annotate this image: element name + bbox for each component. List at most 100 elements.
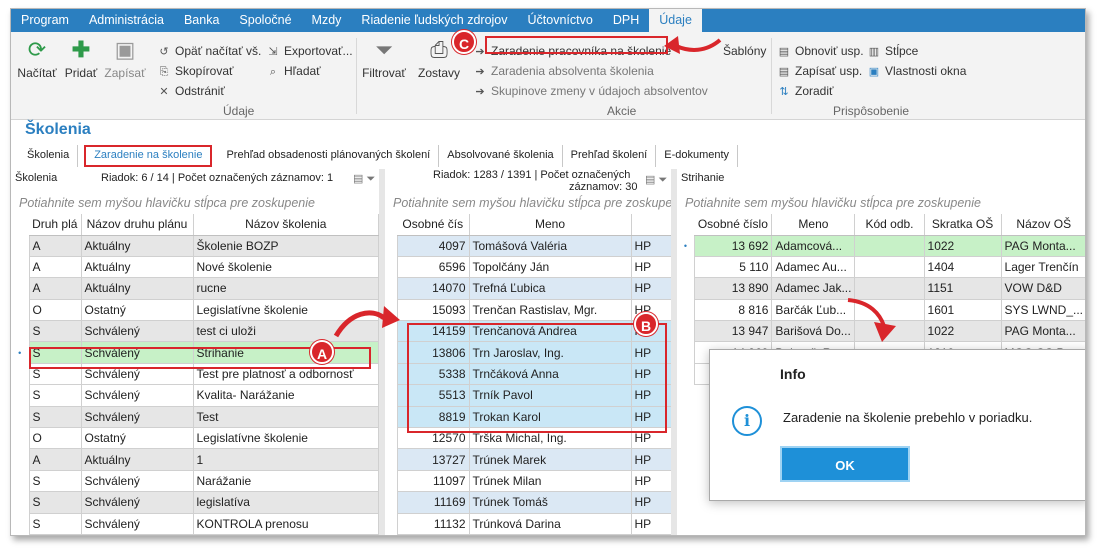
filtrovat-label: Filtrovať xyxy=(362,66,406,80)
dialog-title: Info xyxy=(780,366,806,382)
table-row[interactable]: S Schválený Narážanie xyxy=(11,469,379,493)
table-row[interactable]: 4097 Tomášová Valéria HP xyxy=(385,234,675,257)
table-cell: 13 692 xyxy=(693,234,773,257)
tab-absolvovane[interactable]: Absolvované školenia xyxy=(439,145,563,167)
table-row[interactable]: 6596 Topolčány Ján HP xyxy=(385,255,675,279)
table-row[interactable]: 8 816 Barčák Ľub... 1601 SYS LWND_... xyxy=(677,298,1085,322)
zoradit-button[interactable]: ⇅ Zoradiť xyxy=(777,84,833,98)
table-row[interactable]: 11097 Trúnek Milan HP xyxy=(385,469,675,493)
table-cell: Trefná Ľubica xyxy=(468,277,632,300)
window-icon: ▣ xyxy=(868,66,880,78)
arrow-right-icon: ➔ xyxy=(475,86,485,98)
tab-skolenia[interactable]: Školenia xyxy=(19,145,79,167)
skupinove-zmeny-button[interactable]: ➔ Skupinove zmeny v údajoch absolventov xyxy=(473,84,707,98)
col-druh-pla[interactable]: Druh plá xyxy=(29,214,82,236)
table-row[interactable]: A Aktuálny 1 xyxy=(11,448,379,471)
obnovit-usp-button[interactable]: ▤ Obnoviť usp. xyxy=(777,44,864,58)
zapisat-button[interactable]: ▣ Zapísať xyxy=(103,38,147,81)
row-indicator xyxy=(385,448,397,471)
table-cell: Barišová Do... xyxy=(771,320,856,343)
table-row[interactable]: 15093 Trenčan Rastislav, Mgr. HP xyxy=(385,298,675,322)
exportovat-button[interactable]: ⇲ Exportovať... xyxy=(266,44,352,58)
table-row[interactable]: 13727 Trúnek Marek HP xyxy=(385,448,675,471)
menu-dph[interactable]: DPH xyxy=(603,9,649,32)
table-cell: 1601 xyxy=(923,298,1002,322)
filter-icon[interactable]: ▤ ⏷ xyxy=(353,172,375,186)
zostavy-label: Zostavy xyxy=(417,66,460,80)
group-by-hint: Potiahnite sem myšou hlavičku stĺpca pre… xyxy=(393,196,675,210)
table-cell: Trenčan Rastislav, Mgr. xyxy=(468,298,632,322)
table-row[interactable]: 11132 Trúnková Darina HP xyxy=(385,512,675,535)
col-osobne-cislo[interactable]: Osobné čís xyxy=(397,214,470,236)
row-indicator xyxy=(11,427,29,449)
table-row[interactable]: • 13 692 Adamcová... 1022 PAG Monta... xyxy=(677,234,1085,257)
menu-uctovnictvo[interactable]: Účtovníctvo xyxy=(518,9,603,32)
table-cell xyxy=(854,255,925,279)
tab-zaradenie[interactable]: Zaradenie na školenie xyxy=(84,145,213,167)
table-row[interactable]: S Schválený Kvalita- Narážanie xyxy=(11,384,379,407)
table-cell: Schválený xyxy=(80,405,194,429)
col-nazov-skolenia[interactable]: Názov školenia xyxy=(193,214,379,236)
table-row[interactable]: A Aktuálny Školenie BOZP xyxy=(11,234,379,257)
filter-icon[interactable]: ▤ ⏷ xyxy=(645,173,667,187)
pridat-button[interactable]: ✚ Pridať xyxy=(63,38,99,81)
table-row[interactable]: A Aktuálny rucne xyxy=(11,277,379,300)
menu-banka[interactable]: Banka xyxy=(174,9,229,32)
page-title: Školenia xyxy=(25,121,91,138)
table-cell: 13727 xyxy=(396,448,470,471)
panel-status-line1: Riadok: 1283 / 1391 | Počet označených xyxy=(433,169,631,181)
table-cell: PAG Monta... xyxy=(1000,234,1085,257)
menu-riadenie[interactable]: Riadenie ľudských zdrojov xyxy=(351,9,517,32)
table-row[interactable]: 5 110 Adamec Au... 1404 Lager Trenčín xyxy=(677,255,1085,279)
odstranit-button[interactable]: ✕ Odstrániť xyxy=(157,84,224,98)
table-row[interactable]: O Ostatný Legislatívne školenie xyxy=(11,427,379,450)
col-meno[interactable]: Meno xyxy=(469,214,632,236)
col-skratka-os[interactable]: Skratka OŠ xyxy=(924,214,1002,236)
table-cell: 13 890 xyxy=(693,277,773,300)
stlpce-button[interactable]: ▥ Stĺpce xyxy=(867,44,919,58)
indicator-header xyxy=(677,214,695,235)
table-row[interactable]: S Schválený KONTROLA prenosu xyxy=(11,512,379,535)
row-indicator xyxy=(385,363,397,385)
col-nazov-druhu[interactable]: Názov druhu plánu xyxy=(81,214,194,236)
table-row[interactable]: O Ostatný Legislatívne školenie xyxy=(11,298,379,322)
zaradenia-absolventa-button[interactable]: ➔ Zaradenia absolventa školenia xyxy=(473,64,653,78)
table-cell: HP xyxy=(630,448,675,471)
col-meno[interactable]: Meno xyxy=(771,214,856,236)
col-osobne-cislo[interactable]: Osobné číslo xyxy=(694,214,773,236)
ok-button[interactable]: OK xyxy=(780,446,910,482)
table-cell: 13 947 xyxy=(693,320,773,343)
annotation-box-b xyxy=(407,323,667,433)
tab-e-dokumenty[interactable]: E-dokumenty xyxy=(656,145,739,167)
vlastnosti-okna-button[interactable]: ▣ Vlastnosti okna xyxy=(867,64,967,78)
table-row[interactable]: S Schválený legislatíva xyxy=(11,491,379,514)
tab-prehlad-skoleni[interactable]: Prehľad školení xyxy=(563,145,657,167)
filtrovat-button[interactable]: ⏷ Filtrovať xyxy=(359,38,409,81)
table-cell: S xyxy=(28,512,82,535)
row-indicator xyxy=(385,384,397,407)
table-row[interactable]: 11169 Trúnek Tomáš HP xyxy=(385,491,675,514)
table-cell: HP xyxy=(630,255,675,279)
menu-mzdy[interactable]: Mzdy xyxy=(302,9,352,32)
table-row[interactable]: A Aktuálny Nové školenie xyxy=(11,255,379,279)
zapisat-usp-button[interactable]: ▤ Zapísať usp. xyxy=(777,64,862,78)
col-nazov-os[interactable]: Názov OŠ xyxy=(1001,214,1085,236)
sablony-button[interactable]: Šablóny xyxy=(723,44,766,58)
menu-spolocne[interactable]: Spoločné xyxy=(229,9,301,32)
opat-nacitat-button[interactable]: ↺ Opäť načítať vš. xyxy=(157,44,261,58)
col-kod-odb[interactable]: Kód odb. xyxy=(854,214,925,236)
hladat-button[interactable]: ⌕ Hľadať xyxy=(266,64,321,79)
menu-udaje[interactable]: Údaje xyxy=(649,9,702,32)
table-row[interactable]: 14070 Trefná Ľubica HP xyxy=(385,277,675,300)
table-row[interactable]: S Schválený Test xyxy=(11,405,379,429)
tab-prehlad-obsadenosti[interactable]: Prehľad obsadenosti plánovaných školení xyxy=(218,145,440,167)
skopirovat-button[interactable]: ⎘ Skopírovať xyxy=(157,64,234,79)
nacitat-button[interactable]: ⟳ Načítať xyxy=(17,38,57,81)
col-typ[interactable] xyxy=(631,214,675,236)
table-row[interactable]: 13 947 Barišová Do... 1022 PAG Monta... xyxy=(677,320,1085,343)
table-row[interactable]: 13 890 Adamec Jak... 1151 VOW D&D xyxy=(677,277,1085,300)
menu-administracia[interactable]: Administrácia xyxy=(79,9,174,32)
menu-program[interactable]: Program xyxy=(11,9,79,32)
table-cell: Trúnek Marek xyxy=(468,448,632,471)
table-row[interactable]: S Schválený test ci uloži xyxy=(11,320,379,343)
